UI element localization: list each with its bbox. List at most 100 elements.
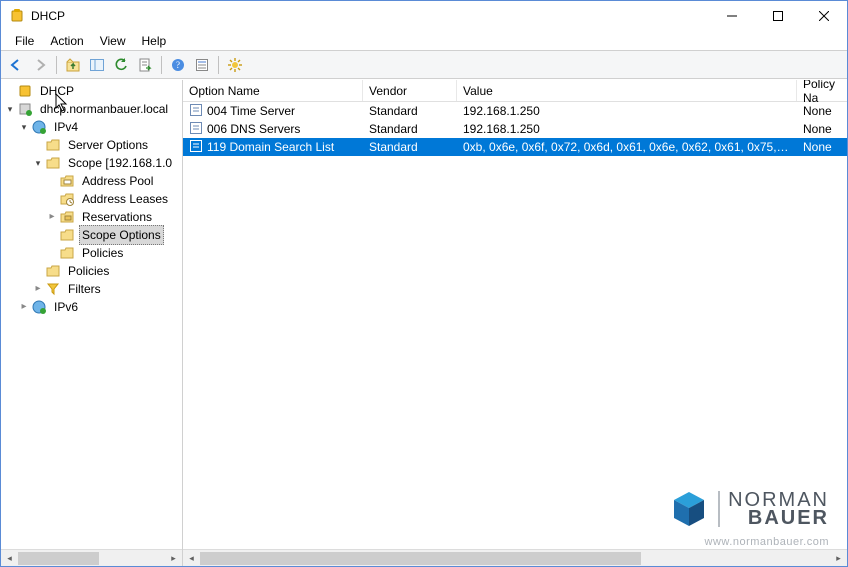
cell-value: 0xb, 0x6e, 0x6f, 0x72, 0x6d, 0x61, 0x6e,… bbox=[457, 140, 797, 154]
dhcp-app-icon bbox=[9, 8, 25, 24]
cell-value: 192.168.1.250 bbox=[457, 104, 797, 118]
toolbar-separator bbox=[56, 56, 57, 74]
scroll-track[interactable] bbox=[18, 550, 165, 567]
watermark: NORMAN BAUER www.normanbauer.com bbox=[668, 488, 829, 548]
policies-icon bbox=[45, 263, 61, 279]
cell-value: 192.168.1.250 bbox=[457, 122, 797, 136]
tree-node-server-options[interactable]: Server Options bbox=[3, 136, 182, 154]
chevron-right-icon[interactable]: ▸ bbox=[31, 280, 45, 298]
tree-horizontal-scrollbar[interactable]: ◂ ▸ bbox=[1, 549, 182, 566]
list-row[interactable]: 006 DNS Servers Standard192.168.1.250None bbox=[183, 120, 847, 138]
tree-node-server[interactable]: ▾ dhcp.normanbauer.local bbox=[3, 100, 182, 118]
tree-label: Scope Options bbox=[79, 225, 164, 245]
tree-label: Scope [192.168.1.0 bbox=[65, 153, 175, 173]
scope-options-icon bbox=[59, 227, 75, 243]
tree-label: DHCP bbox=[37, 81, 77, 101]
forward-button[interactable] bbox=[29, 54, 51, 76]
up-button[interactable] bbox=[62, 54, 84, 76]
ipv6-icon bbox=[31, 299, 47, 315]
tree-label: IPv4 bbox=[51, 117, 81, 137]
cell-option-name: 004 Time Server bbox=[207, 104, 295, 118]
chevron-down-icon[interactable]: ▾ bbox=[17, 118, 31, 136]
brand-text: NORMAN BAUER bbox=[718, 491, 829, 527]
tree-node-scope-policies[interactable]: Policies bbox=[3, 244, 182, 262]
tree-label: Address Pool bbox=[79, 171, 156, 191]
maximize-button[interactable] bbox=[755, 1, 801, 31]
menu-file[interactable]: File bbox=[7, 32, 42, 50]
tree-label: Policies bbox=[79, 243, 126, 263]
dhcp-root-icon bbox=[17, 83, 33, 99]
list-horizontal-scrollbar[interactable]: ◂ ▸ bbox=[183, 549, 847, 566]
tree-label: Server Options bbox=[65, 135, 151, 155]
folder-icon bbox=[45, 155, 61, 171]
back-button[interactable] bbox=[5, 54, 27, 76]
ipv4-icon bbox=[31, 119, 47, 135]
column-header-option-name[interactable]: Option Name bbox=[183, 80, 363, 101]
server-icon bbox=[17, 101, 33, 117]
tree-label: dhcp.normanbauer.local bbox=[37, 99, 171, 119]
tree-node-scope[interactable]: ▾ Scope [192.168.1.0 bbox=[3, 154, 182, 172]
cell-option-name: 006 DNS Servers bbox=[207, 122, 300, 136]
menu-action[interactable]: Action bbox=[42, 32, 91, 50]
toolbar-separator bbox=[218, 56, 219, 74]
tree-label: IPv6 bbox=[51, 297, 81, 317]
chevron-down-icon[interactable]: ▾ bbox=[3, 100, 17, 118]
refresh-button[interactable] bbox=[110, 54, 132, 76]
tree-node-reservations[interactable]: ▸ Reservations bbox=[3, 208, 182, 226]
folder-icon bbox=[45, 137, 61, 153]
tree-node-address-pool[interactable]: Address Pool bbox=[3, 172, 182, 190]
tree-node-address-leases[interactable]: Address Leases bbox=[3, 190, 182, 208]
cell-policy: None bbox=[797, 104, 847, 118]
window-controls bbox=[709, 1, 847, 31]
tree-node-scope-options[interactable]: Scope Options bbox=[3, 226, 182, 244]
dhcp-mmc-window: DHCP File Action View Help ? bbox=[0, 0, 848, 567]
list-row[interactable]: 004 Time Server Standard192.168.1.250None bbox=[183, 102, 847, 120]
cell-vendor: Standard bbox=[363, 104, 457, 118]
tree-node-policies[interactable]: Policies bbox=[3, 262, 182, 280]
option-icon bbox=[189, 139, 203, 156]
list-row[interactable]: 119 Domain Search ListStandard0xb, 0x6e,… bbox=[183, 138, 847, 156]
column-header-vendor[interactable]: Vendor bbox=[363, 80, 457, 101]
tree-label: Filters bbox=[65, 279, 104, 299]
chevron-down-icon[interactable]: ▾ bbox=[31, 154, 45, 172]
filters-icon bbox=[45, 281, 61, 297]
policies-icon bbox=[59, 245, 75, 261]
show-hide-console-tree-button[interactable] bbox=[86, 54, 108, 76]
list-body[interactable]: 004 Time Server Standard192.168.1.250None… bbox=[183, 102, 847, 549]
window-title: DHCP bbox=[31, 9, 709, 23]
chevron-right-icon[interactable]: ▸ bbox=[17, 298, 31, 316]
tree-node-ipv6[interactable]: ▸ IPv6 bbox=[3, 298, 182, 316]
chevron-right-icon[interactable]: ▸ bbox=[45, 208, 59, 226]
cell-policy: None bbox=[797, 122, 847, 136]
properties-button[interactable] bbox=[191, 54, 213, 76]
export-list-button[interactable] bbox=[134, 54, 156, 76]
column-header-value[interactable]: Value bbox=[457, 80, 797, 101]
tree-node-ipv4[interactable]: ▾ IPv4 bbox=[3, 118, 182, 136]
column-header-policy-name[interactable]: Policy Na bbox=[797, 80, 847, 101]
option-icon bbox=[189, 121, 203, 138]
minimize-button[interactable] bbox=[709, 1, 755, 31]
option-icon bbox=[189, 103, 203, 120]
console-tree[interactable]: DHCP ▾ dhcp.normanbauer.local ▾ IPv4 Ser… bbox=[1, 80, 182, 549]
scroll-right-button[interactable]: ▸ bbox=[830, 550, 847, 567]
scroll-track[interactable] bbox=[200, 550, 830, 567]
menu-help[interactable]: Help bbox=[134, 32, 175, 50]
logo-icon bbox=[668, 488, 710, 530]
scroll-right-button[interactable]: ▸ bbox=[165, 550, 182, 567]
brand-line2: BAUER bbox=[748, 507, 829, 529]
configure-options-button[interactable] bbox=[224, 54, 246, 76]
menu-bar: File Action View Help bbox=[1, 31, 847, 51]
close-button[interactable] bbox=[801, 1, 847, 31]
tree-pane: DHCP ▾ dhcp.normanbauer.local ▾ IPv4 Ser… bbox=[1, 80, 183, 566]
tree-node-filters[interactable]: ▸ Filters bbox=[3, 280, 182, 298]
scroll-left-button[interactable]: ◂ bbox=[183, 550, 200, 567]
cell-vendor: Standard bbox=[363, 122, 457, 136]
scroll-left-button[interactable]: ◂ bbox=[1, 550, 18, 567]
help-button[interactable]: ? bbox=[167, 54, 189, 76]
reservations-icon bbox=[59, 209, 75, 225]
tree-node-dhcp[interactable]: DHCP bbox=[3, 82, 182, 100]
svg-text:?: ? bbox=[176, 60, 180, 70]
address-pool-icon bbox=[59, 173, 75, 189]
brand-url: www.normanbauer.com bbox=[668, 536, 829, 548]
menu-view[interactable]: View bbox=[92, 32, 134, 50]
